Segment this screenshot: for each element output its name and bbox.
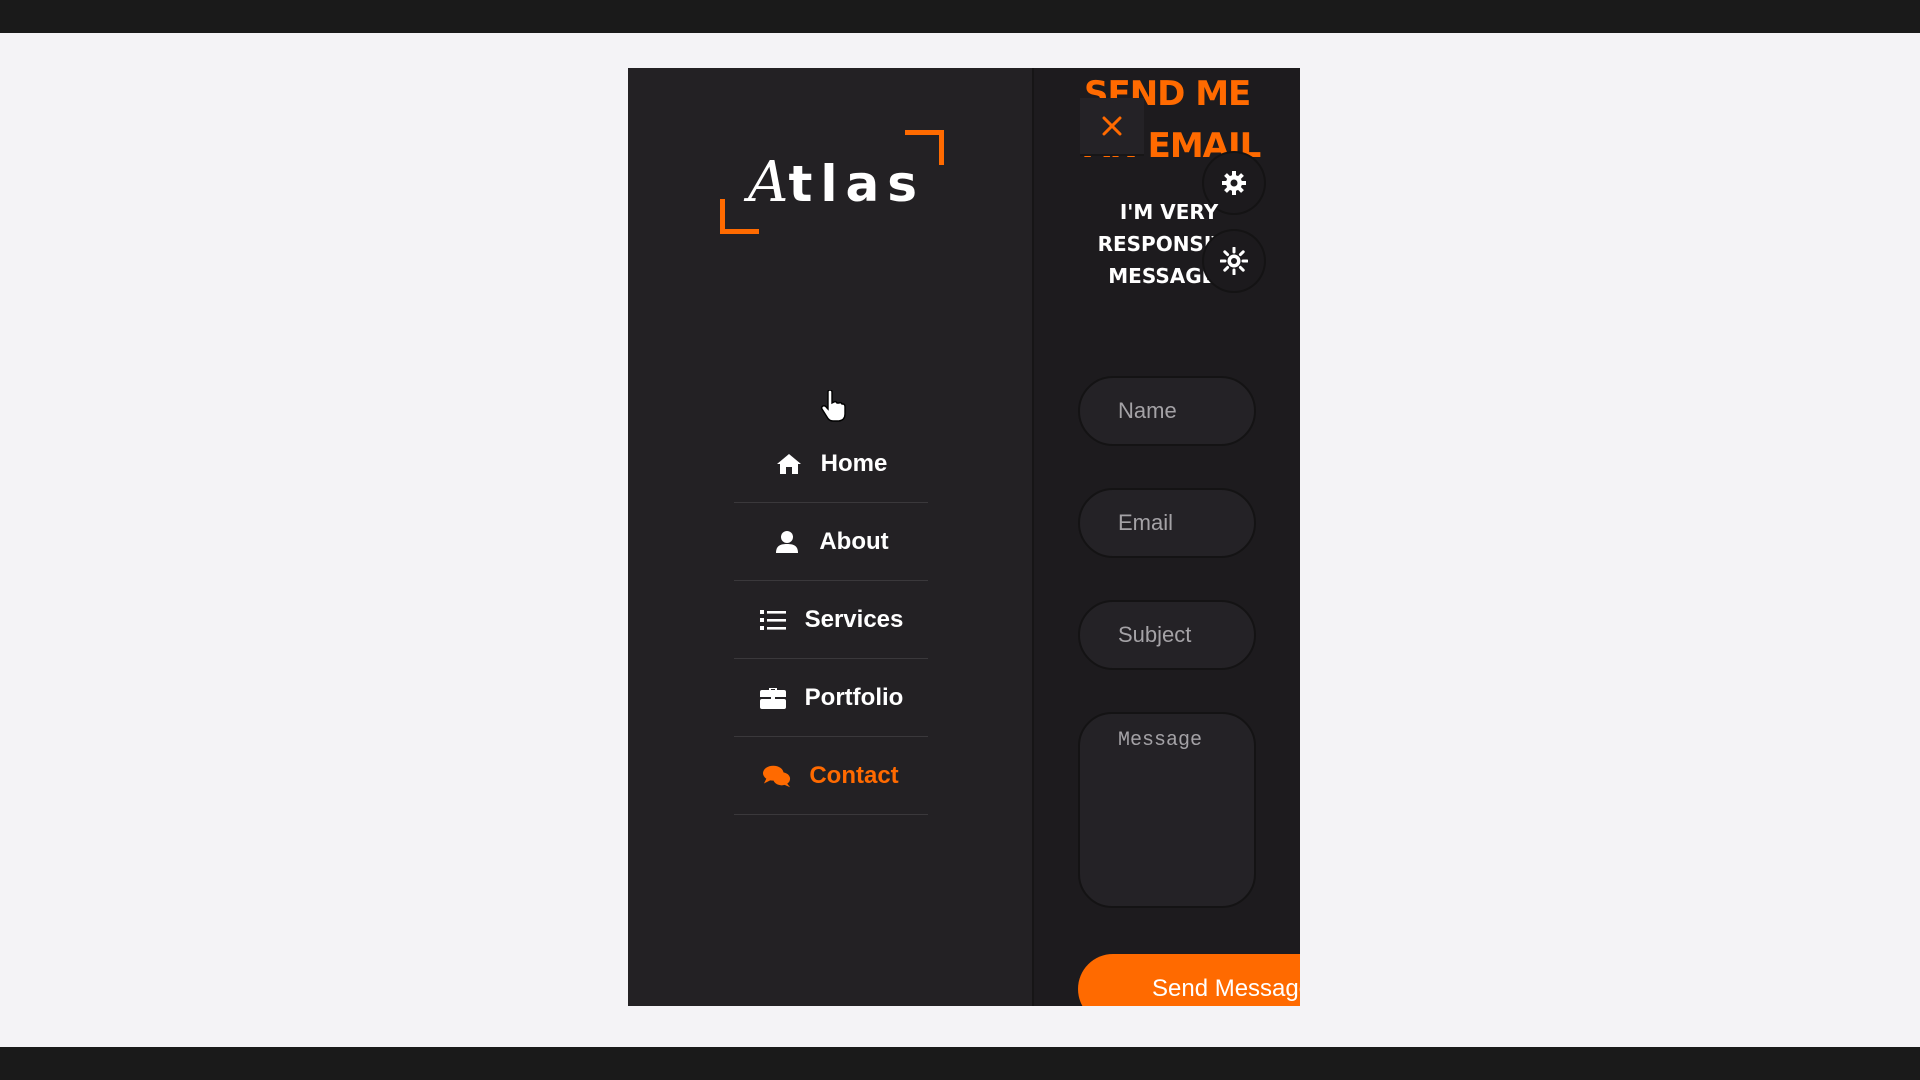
- nav-item-home[interactable]: Home: [734, 426, 928, 503]
- nav-item-portfolio[interactable]: Portfolio: [734, 660, 928, 737]
- logo-script-letter: A: [748, 150, 789, 215]
- nav-item-label: Portfolio: [804, 684, 904, 711]
- subject-input[interactable]: [1078, 600, 1256, 670]
- mobile-viewport: Atlas Home About Services Portfolio Cont…: [628, 68, 1300, 1006]
- message-textarea[interactable]: [1078, 712, 1256, 908]
- sidebar-menu: Atlas Home About Services Portfolio Cont…: [628, 68, 1034, 1006]
- nav-list: Home About Services Portfolio Contact: [734, 426, 928, 816]
- nav-item-label: Contact: [809, 762, 899, 789]
- nav-item-label: Home: [820, 450, 888, 477]
- contact-subtitle-line1: I'M VERY: [1119, 200, 1219, 224]
- contact-panel: SEND ME AN EMAIL I'M VERY RESPONSIVE MES…: [1034, 68, 1300, 1006]
- nav-item-services[interactable]: Services: [734, 582, 928, 659]
- chat-icon: [763, 762, 791, 790]
- close-button[interactable]: [1080, 98, 1144, 156]
- sun-icon: [1220, 247, 1248, 275]
- briefcase-icon: [759, 684, 787, 712]
- home-icon: [775, 450, 803, 478]
- bottom-letterbox-bar: [0, 1047, 1920, 1080]
- email-input[interactable]: [1078, 488, 1256, 558]
- nav-item-label: Services: [804, 606, 904, 633]
- close-icon: [1102, 116, 1122, 136]
- name-input[interactable]: [1078, 376, 1256, 446]
- nav-item-contact[interactable]: Contact: [734, 738, 928, 815]
- nav-item-label: About: [819, 528, 889, 555]
- logo[interactable]: Atlas: [720, 130, 944, 234]
- top-letterbox-bar: [0, 0, 1920, 33]
- send-message-button[interactable]: Send Message: [1078, 954, 1300, 1006]
- user-icon: [773, 528, 801, 556]
- list-icon: [759, 606, 787, 634]
- logo-word: tlas: [788, 155, 925, 213]
- logo-text: Atlas: [748, 150, 925, 215]
- gear-icon: [1222, 171, 1246, 195]
- nav-item-about[interactable]: About: [734, 504, 928, 581]
- theme-toggle-button[interactable]: [1204, 231, 1264, 291]
- hand-cursor-icon: [820, 389, 846, 427]
